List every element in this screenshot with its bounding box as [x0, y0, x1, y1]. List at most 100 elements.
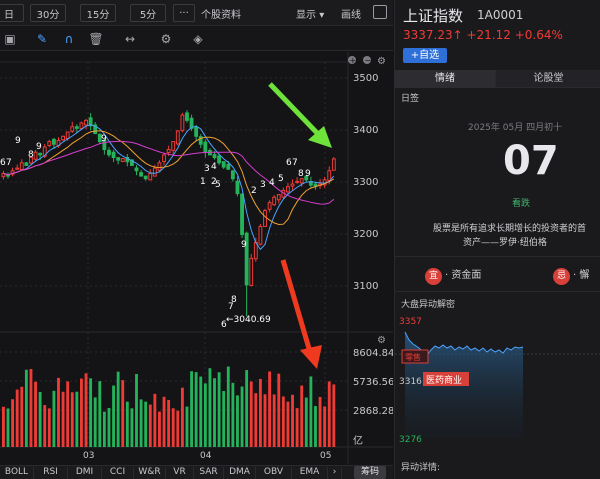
drawing-tools: ▣ ✎ ∩ 🗑 ↔ ⚙ ◈ [0, 27, 393, 51]
month-label: 05 [320, 451, 331, 461]
volume-bar [70, 392, 74, 447]
price-change: 3337.23↑ +21.12 +0.64% [403, 28, 563, 42]
trash-icon[interactable]: 🗑 [88, 31, 104, 47]
more-periods-button[interactable]: ··· [173, 4, 195, 22]
pen-icon[interactable]: ✎ [34, 31, 50, 47]
tab-wr[interactable]: W&R [134, 467, 166, 479]
candle [157, 162, 162, 171]
bad-badge: 忌 [553, 268, 570, 285]
vol-settings-icon[interactable]: ⚙ [377, 335, 386, 346]
volume-bar [304, 397, 308, 447]
seq-label: 9 [15, 136, 21, 146]
candle [276, 194, 281, 201]
good-badge: 宜 [425, 268, 442, 285]
candle [79, 122, 84, 130]
kline-svg[interactable]: + − ⚙ ⚙ 3500 3400 3300 3200 3100 8604.84… [0, 52, 394, 464]
candle [51, 138, 56, 145]
tab-boll[interactable]: BOLL [0, 467, 34, 479]
mini-axis-high: 3357 [399, 317, 422, 327]
volume-bar [268, 371, 272, 447]
tab-dma[interactable]: DMA [224, 467, 256, 479]
price-tick: 3200 [353, 229, 378, 240]
volume-bar [2, 406, 5, 447]
month-label: 03 [83, 451, 94, 461]
tab-forum[interactable]: 论股堂 [495, 70, 600, 88]
candle [166, 149, 171, 154]
seq-label: 4 [211, 162, 217, 172]
volume-bar [47, 408, 51, 447]
candle [65, 131, 70, 139]
tab-vr[interactable]: VR [166, 467, 194, 479]
zoom-in-icon[interactable]: + [348, 56, 356, 65]
kline-chart[interactable]: + − ⚙ ⚙ 3500 3400 3300 3200 3100 8604.84… [0, 52, 394, 464]
candle [194, 126, 199, 137]
intraday-mini-chart[interactable]: 3357 3316 3276 零售 医药商业 [395, 310, 600, 458]
tabs-more-icon[interactable]: › [328, 467, 342, 479]
draw-line-button[interactable]: 画线 [341, 6, 361, 21]
layers-icon[interactable]: ◈ [190, 31, 206, 47]
calendar-day: 07 [503, 138, 559, 184]
chart-settings-icon[interactable]: ⚙ [377, 56, 386, 67]
candle [203, 141, 208, 153]
zoom-out-icon[interactable]: − [363, 56, 371, 65]
volume-bar [249, 381, 253, 447]
volume-bar [34, 381, 37, 447]
text-tool-icon[interactable]: ▣ [2, 31, 18, 47]
period-5min-button[interactable]: 5分 [130, 4, 166, 22]
volume-bar [245, 370, 249, 447]
candle [143, 175, 148, 180]
candle [116, 157, 121, 161]
stock-title: 上证指数 [403, 7, 464, 25]
settings-icon[interactable]: ⚙ [158, 31, 174, 47]
candle [24, 162, 29, 166]
volume-bar [263, 394, 267, 447]
tab-dmi[interactable]: DMI [68, 467, 102, 479]
volume-bar [277, 373, 281, 447]
volume-bar [318, 396, 322, 447]
volume-bar [300, 385, 304, 447]
candle [139, 172, 144, 177]
candle [107, 149, 111, 156]
tab-cci[interactable]: CCI [102, 467, 134, 479]
tab-obv[interactable]: OBV [256, 467, 292, 479]
seq-label: 3 [204, 164, 210, 174]
volume-bar [57, 377, 60, 447]
candle [249, 257, 254, 286]
stock-profile-button[interactable]: 个股资料 [196, 4, 246, 22]
market-mood: 看跌 [512, 199, 531, 209]
magnet-icon[interactable]: ∩ [61, 31, 77, 47]
volume-bar [203, 383, 207, 447]
candle [33, 151, 38, 160]
volume-bar [180, 387, 184, 447]
volume-bar [20, 386, 24, 447]
price-tick: 3300 [353, 177, 378, 188]
tab-ema[interactable]: EMA [292, 467, 328, 479]
period-15min-button[interactable]: 15分 [80, 4, 116, 22]
volume-bar [226, 366, 230, 447]
month-label: 04 [200, 451, 212, 461]
volume-bar [158, 411, 161, 447]
mini-tag-pharma: 医药商业 [426, 374, 462, 386]
candle [267, 202, 272, 210]
display-menu[interactable]: 显示 ▾ [296, 6, 324, 21]
period-day-button[interactable]: 日 [0, 4, 24, 22]
volume-bar [272, 394, 276, 447]
volume-bar [102, 411, 106, 447]
volume-bar [107, 407, 111, 447]
tab-rsi[interactable]: RSI [34, 467, 68, 479]
volume-bar [89, 378, 93, 447]
candle [134, 167, 139, 172]
add-watchlist-button[interactable]: +自选 [403, 48, 447, 63]
chip-distribution-button[interactable]: 筹码 [354, 466, 386, 479]
seq-label: 2 [251, 186, 257, 196]
seq-label: 7 [292, 158, 298, 168]
tab-sar[interactable]: SAR [194, 467, 224, 479]
move-icon[interactable]: ↔ [122, 31, 138, 47]
calendar-date: 2025年 05月 四月初十 [468, 123, 563, 133]
volume-bar [295, 408, 299, 447]
expand-icon[interactable] [373, 5, 387, 19]
candle [175, 130, 180, 145]
tab-sentiment[interactable]: 情绪 [395, 70, 495, 88]
period-30min-button[interactable]: 30分 [30, 4, 66, 22]
volume-bar [135, 374, 138, 447]
